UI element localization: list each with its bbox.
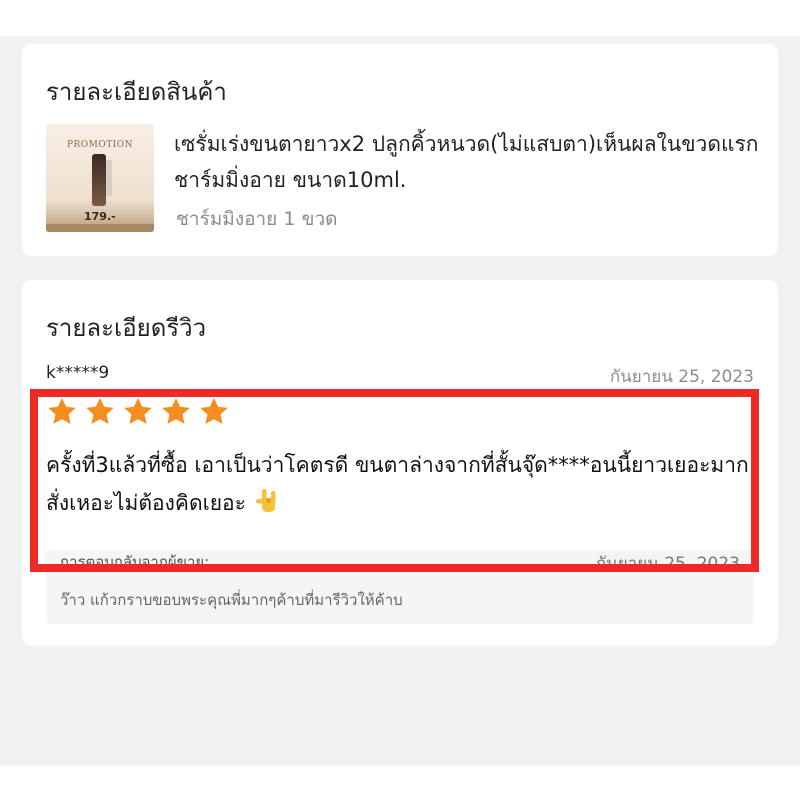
star-icon [124,398,152,424]
thumbnail-band [46,224,154,232]
product-variant: ชาร์มมิงอาย 1 ขวด [176,208,338,230]
star-rating [46,396,230,428]
star-icon [200,398,228,424]
reviewer-name: k*****9 [46,363,110,383]
seller-reply-text: ว๊าว แก้วกราบขอบพระคุณพี่มากๆค้าบที่มารี… [60,591,403,609]
product-name[interactable]: เซรั่มเร่งขนตายาวx2 ปลูกคิ้วหนวด(ไม่แสบต… [174,126,764,198]
review-text: ครั้งที่3แล้วที่ซื้อ เอาเป็นว่าโคตรดี ขน… [46,446,766,522]
star-icon [162,398,190,424]
hand-rock-emoji-icon [255,489,276,512]
thumbnail-promo-text: PROMOTION [66,140,134,150]
serum-cap-image [106,160,112,196]
review-text-body: ครั้งที่3แล้วที่ซื้อ เอาเป็นว่าโคตรดี ขน… [46,453,749,515]
product-details-card: รายละเอียดสินค้า PROMOTION 179.- เซรั่มเ… [22,44,778,256]
top-bar [0,0,800,36]
serum-bottle-image [92,154,106,206]
star-icon [48,398,76,424]
seller-reply-label: การตอบกลับจากผู้ขาย: [60,553,210,571]
seller-reply-date: กันยายน 25, 2023 [595,554,740,574]
review-date: กันยายน 25, 2023 [609,367,754,387]
review-details-card: รายละเอียดรีวิว k*****9 กันยายน 25, 2023… [22,280,778,646]
product-section-title: รายละเอียดสินค้า [46,78,227,106]
review-section-title: รายละเอียดรีวิว [46,314,207,342]
product-thumbnail[interactable]: PROMOTION 179.- [46,124,154,232]
star-icon [86,398,114,424]
seller-reply-box: การตอบกลับจากผู้ขาย: กันยายน 25, 2023 ว๊… [46,550,754,624]
thumbnail-price-text: 179.- [84,210,116,223]
bottom-bar [0,766,800,800]
